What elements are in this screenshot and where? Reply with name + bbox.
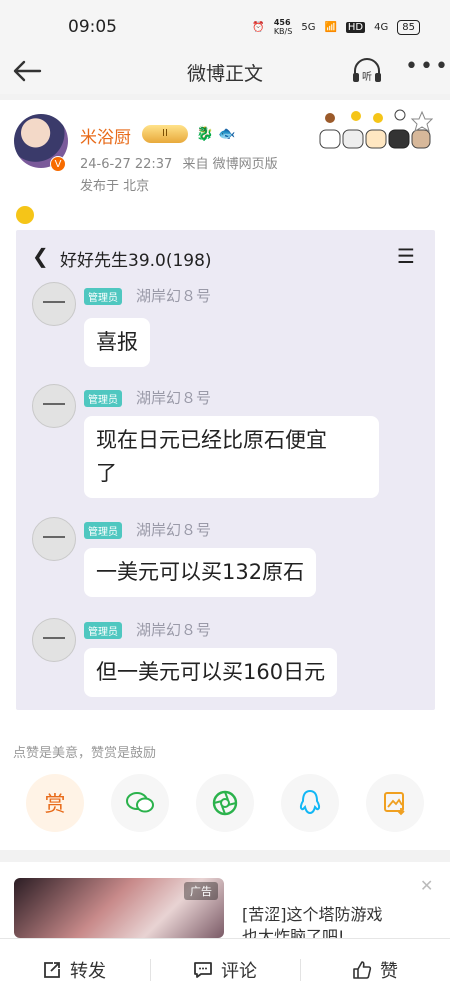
post-timestamp: 24-6-27 22:37 xyxy=(80,157,173,172)
alarm-icon: ⏰ xyxy=(252,21,265,33)
role-badge: 管理员 xyxy=(84,390,122,407)
message-avatar xyxy=(32,384,76,428)
comment-icon xyxy=(194,962,212,978)
post-location: 发布于 北京 xyxy=(80,179,150,194)
message-line: 了 xyxy=(96,461,117,485)
author-name[interactable]: 米浴厨 xyxy=(80,123,131,148)
tab-divider xyxy=(150,959,151,981)
repost-label: 转发 xyxy=(70,961,106,982)
post-meta: 24-6-27 22:37 来自 微博网页版 xyxy=(80,153,278,172)
chat-back-icon: ❮ xyxy=(32,244,49,268)
role-badge: 管理员 xyxy=(84,522,122,539)
qq-penguin-icon xyxy=(299,789,321,815)
level-badge: II xyxy=(142,125,188,143)
moments-share-button[interactable] xyxy=(196,774,254,832)
like-label: 赞 xyxy=(380,961,398,982)
chat-group-title: 好好先生39.0(198) xyxy=(60,251,212,271)
message-bubble: 但一美元可以买160日元 xyxy=(84,648,338,697)
ad-close-icon[interactable]: ✕ xyxy=(420,876,433,895)
thumbs-up-icon xyxy=(353,961,372,979)
bottom-action-bar: 转发 评论 赞 xyxy=(0,938,450,1000)
ad-text-line: [苦涩]这个塔防游戏 xyxy=(242,905,383,924)
save-image-button[interactable] xyxy=(366,774,424,832)
encourage-text: 点赞是美意，赞赏是鼓励 xyxy=(13,746,157,761)
sender-name: 湖岸幻８号 xyxy=(136,287,212,305)
comment-label: 评论 xyxy=(221,961,257,982)
ad-tag: 广告 xyxy=(184,882,218,900)
hd-icon: HD xyxy=(345,21,366,33)
tab-divider xyxy=(300,959,301,981)
sender-name: 湖岸幻８号 xyxy=(136,521,212,539)
role-badge: 管理员 xyxy=(84,288,122,305)
sender-name: 湖岸幻８号 xyxy=(136,389,212,407)
chat-header: ❮ 好好先生39.0(198) ☰ xyxy=(16,238,435,272)
message-bubble: 一美元可以买132原石 xyxy=(84,548,317,597)
laugh-emoji-icon xyxy=(16,206,34,224)
ad-card[interactable]: 广告 ✕ [苦涩]这个塔防游戏 也太炸脑了吧! xyxy=(0,862,450,946)
status-time: 09:05 xyxy=(68,17,117,37)
wechat-share-button[interactable] xyxy=(111,774,169,832)
signal-4g: 4G xyxy=(374,21,389,33)
listen-label: 听 xyxy=(362,71,372,83)
net-speed: 456 KB/S xyxy=(273,18,293,36)
sender-name: 湖岸幻８号 xyxy=(136,621,212,639)
moments-aperture-icon xyxy=(212,790,238,816)
post-source: 来自 微博网页版 xyxy=(182,157,278,172)
like-button[interactable]: 赞 xyxy=(352,957,398,983)
wifi-icon: 📶 xyxy=(324,21,337,33)
listen-headphone-icon[interactable]: 听 xyxy=(350,55,384,87)
repost-icon xyxy=(44,962,60,978)
status-icons: ⏰ 456 KB/S 5G 📶 HD 4G 85 xyxy=(252,18,420,36)
cat-stickers-decoration xyxy=(319,109,433,149)
battery-icon: 85 xyxy=(397,19,420,35)
nav-bar: 微博正文 听 ••• xyxy=(0,48,450,94)
qq-share-button[interactable] xyxy=(281,774,339,832)
wechat-icon xyxy=(126,792,154,813)
message-avatar xyxy=(32,517,76,561)
message-avatar xyxy=(32,618,76,662)
role-badge: 管理员 xyxy=(84,622,122,639)
message-bubble: 现在日元已经比原石便宜 了 xyxy=(84,416,379,498)
post-card: V 米浴厨 II 🐉 🐟 24-6-27 22:37 来自 微博网页版 发布于 … xyxy=(0,100,450,850)
download-image-icon xyxy=(384,792,405,816)
comment-button[interactable]: 评论 xyxy=(193,957,257,983)
chat-menu-icon: ☰ xyxy=(397,244,415,268)
message-bubble: 喜报 xyxy=(84,318,150,367)
verified-badge-icon: V xyxy=(50,156,66,172)
share-actions: 赏 xyxy=(24,774,424,834)
more-options-icon[interactable]: ••• xyxy=(405,54,450,79)
repost-button[interactable]: 转发 xyxy=(42,957,106,983)
status-bar: 09:05 ⏰ 456 KB/S 5G 📶 HD 4G 85 xyxy=(0,0,450,52)
chat-screenshot-image[interactable]: ❮ 好好先生39.0(198) ☰ 管理员 湖岸幻８号 喜报 管理员 湖岸幻８号… xyxy=(16,230,435,710)
fish-decoration-icon: 🐟 xyxy=(218,126,236,142)
message-line: 现在日元已经比原石便宜 xyxy=(96,428,327,452)
signal-5g: 5G xyxy=(301,21,316,33)
dragon-decoration-icon: 🐉 xyxy=(196,126,214,142)
reward-button[interactable]: 赏 xyxy=(26,774,84,832)
message-avatar xyxy=(32,282,76,326)
